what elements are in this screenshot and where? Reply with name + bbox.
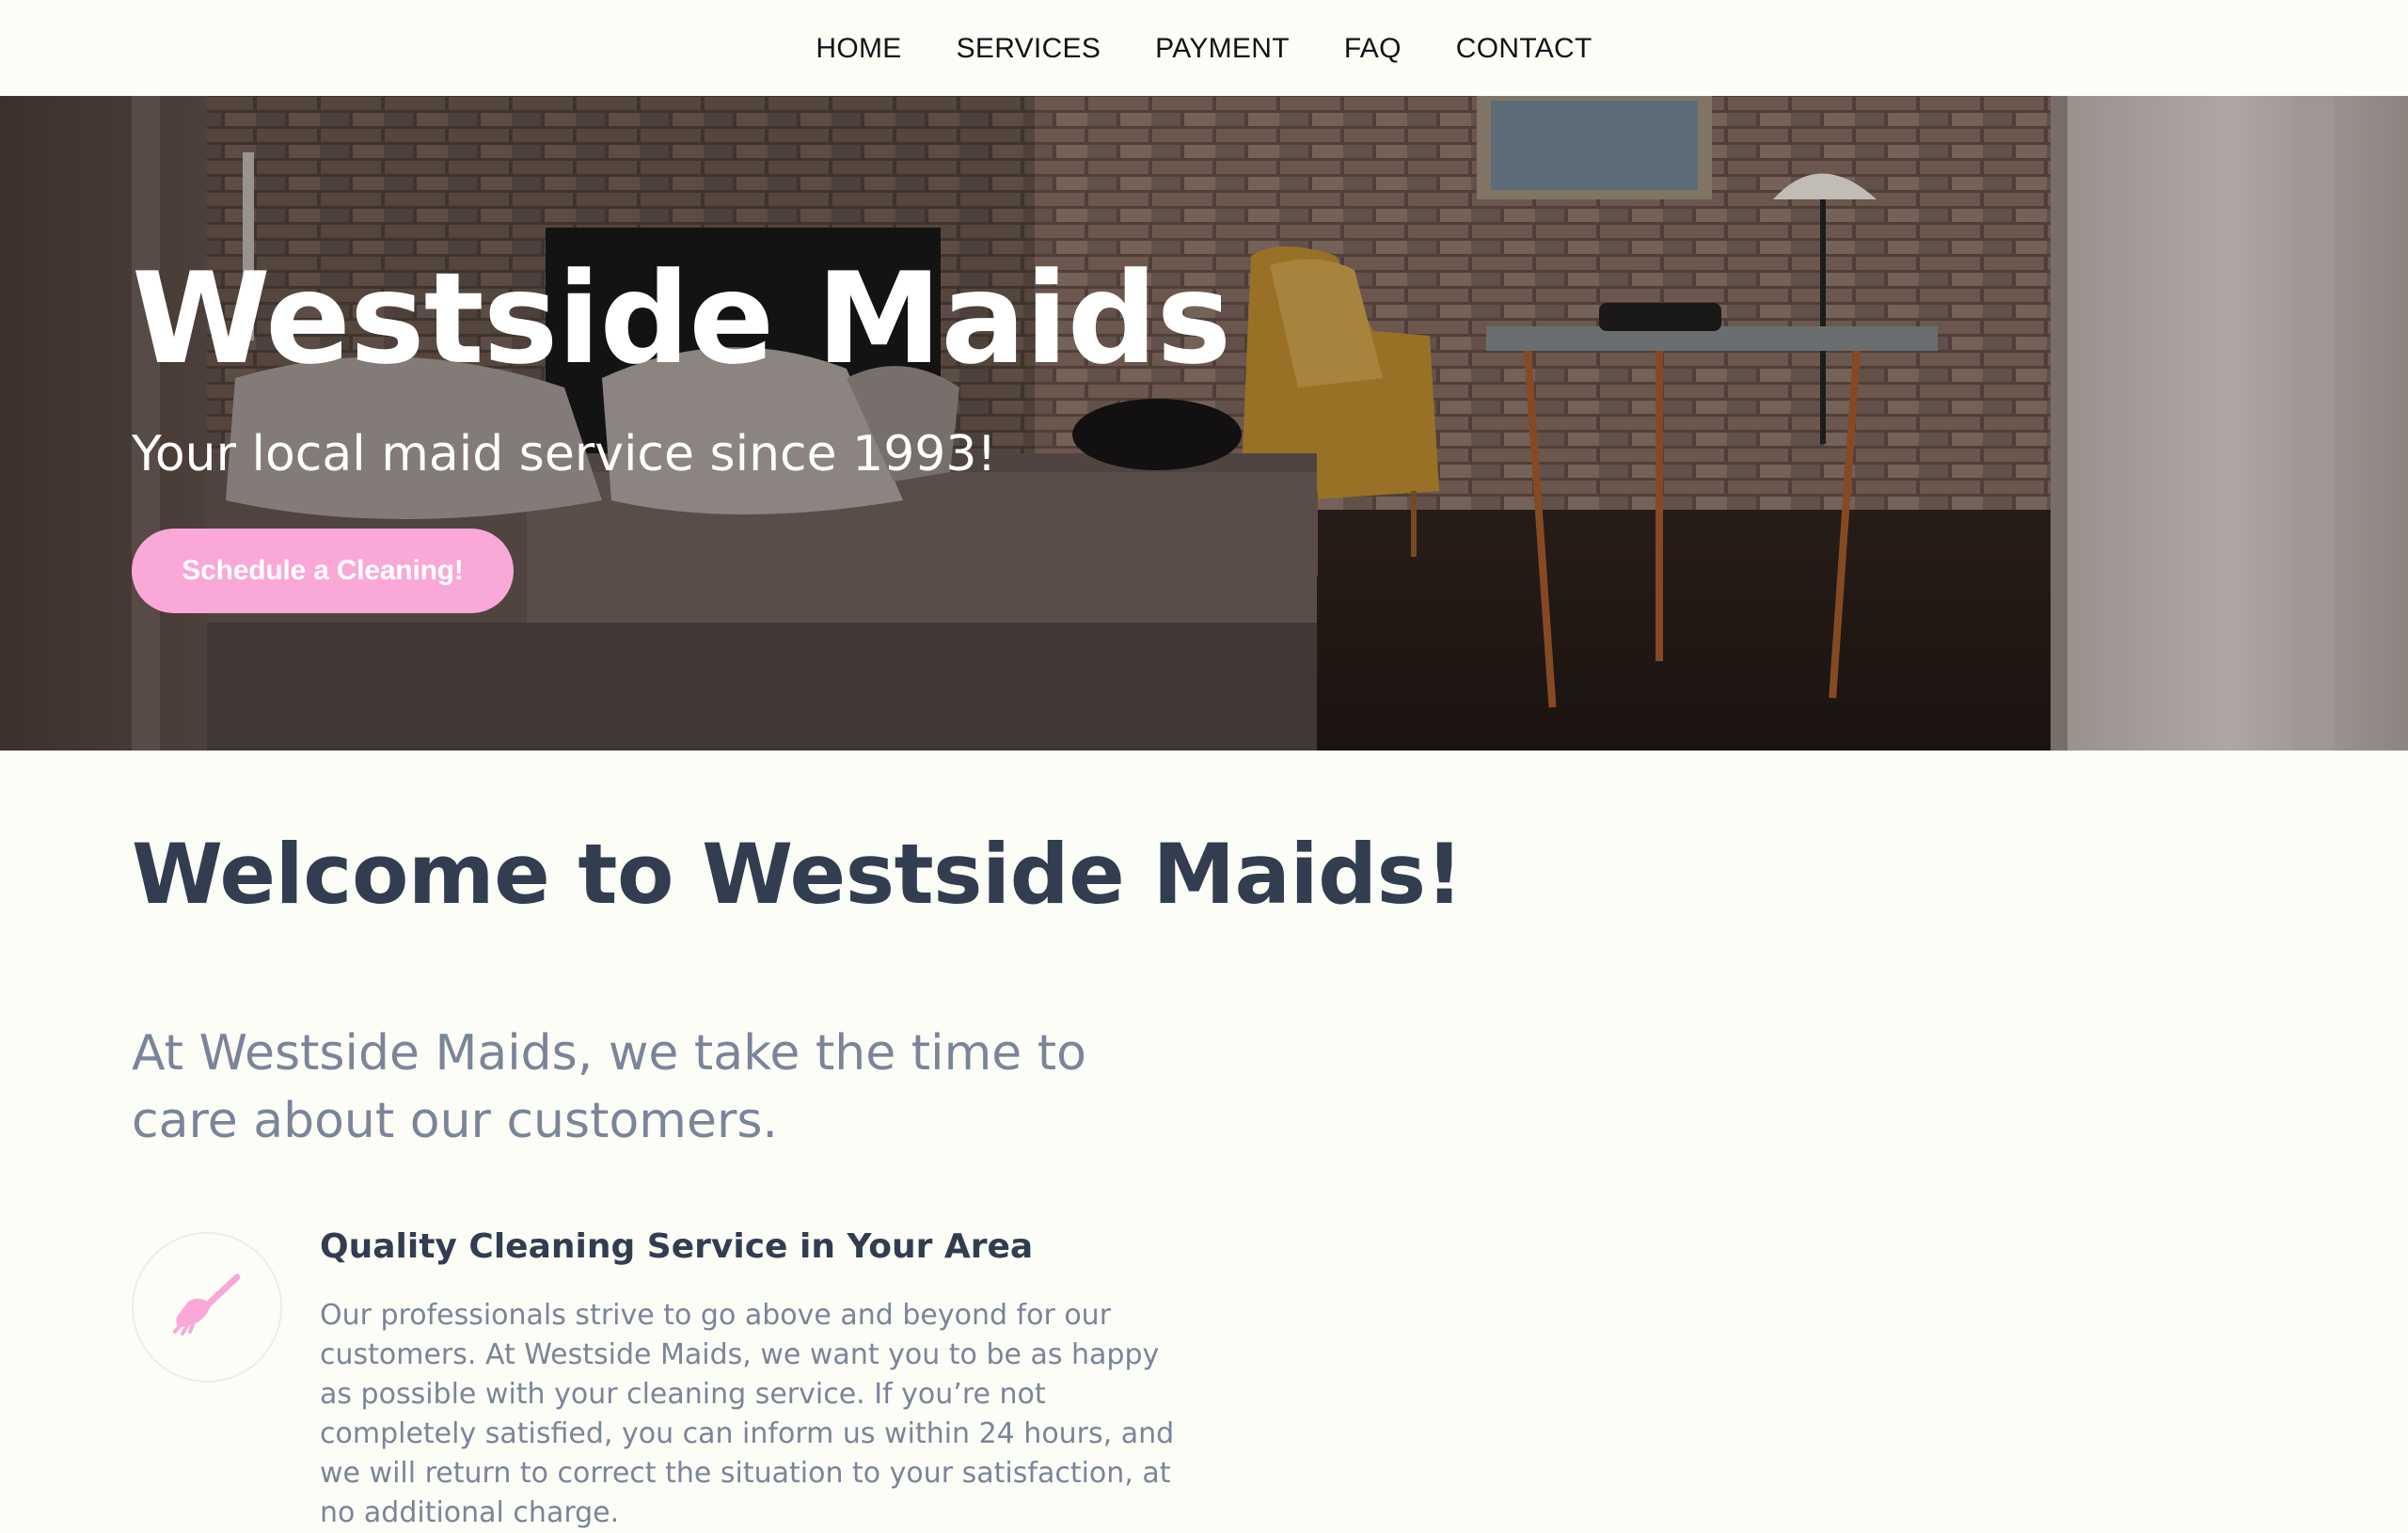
nav-home[interactable]: HOME: [816, 31, 901, 65]
feature-icon-circle: [132, 1232, 282, 1383]
schedule-cleaning-button[interactable]: Schedule a Cleaning!: [132, 529, 514, 613]
hero-title: Westside Maids: [132, 245, 1231, 392]
feature-description: Our professionals strive to go above and…: [320, 1299, 1175, 1529]
nav-faq[interactable]: FAQ: [1344, 31, 1402, 65]
hero-overlay: [0, 96, 2408, 751]
nav-services[interactable]: SERVICES: [957, 31, 1101, 65]
top-navigation: HOME SERVICES PAYMENT FAQ CONTACT: [0, 0, 2408, 96]
nav-payment[interactable]: PAYMENT: [1155, 31, 1290, 65]
hero-subtitle: Your local maid service since 1993!: [132, 426, 997, 482]
hero-section: Westside Maids Your local maid service s…: [0, 96, 2408, 751]
welcome-heading: Welcome to Westside Maids!: [132, 826, 1464, 923]
welcome-lead-text: At Westside Maids, we take the time to c…: [132, 1025, 1086, 1149]
feature-heading: Quality Cleaning Service in Your Area: [320, 1227, 1034, 1266]
broom-icon: [169, 1268, 245, 1347]
nav-contact[interactable]: CONTACT: [1456, 31, 1592, 65]
